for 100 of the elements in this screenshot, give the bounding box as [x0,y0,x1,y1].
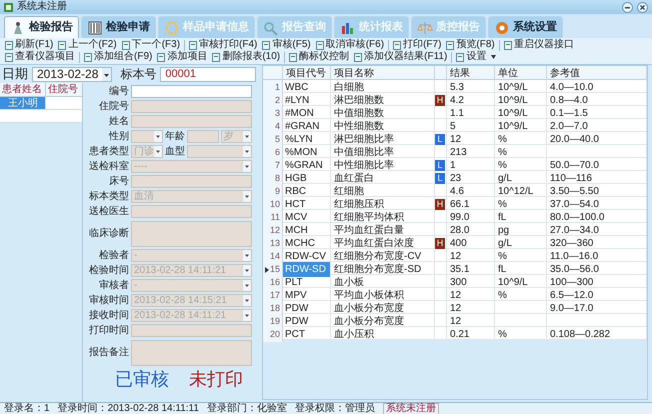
field-label: 床号 [108,176,129,186]
page-icon [212,52,220,62]
status-text: 未打印 [189,370,243,388]
page-icon [58,40,66,50]
toolbar-button[interactable]: 打印(F7) [392,39,442,51]
toolbar-button[interactable]: 添加组合(F9) [83,51,154,63]
field-label: 打印时间 [88,326,129,336]
page-icon [5,52,13,62]
flag-badge: L [435,173,445,184]
field-label: 临床诊断 [88,228,129,238]
window-title: 系统未注册 [17,2,67,12]
toolbar-button[interactable]: 刷新(F1) [4,39,54,51]
text-field[interactable] [131,85,252,98]
table-cell: 血小压积 [331,327,435,342]
caret-icon [490,54,498,60]
sample-label: 标本号 [120,66,156,83]
page-icon [316,40,324,50]
dropdown-icon [243,191,251,202]
status-text: 登录权限：管理员 [294,404,375,414]
dropdown-icon [243,280,251,291]
field-label: 检验者 [98,250,129,260]
page-icon [289,52,298,62]
status-text: 登录名：1 [4,404,50,414]
flag-badge: H [435,95,445,106]
flag-badge: H [435,238,445,249]
dropdown-icon [243,146,251,157]
field-label: 姓名 [108,116,129,126]
tab[interactable]: 检验申请 [81,16,156,38]
field-label: 标本类型 [88,192,129,202]
page-icon [456,52,464,62]
status-text: 登录时间：2013-02-28 14:11:11 [58,404,199,414]
date-label: 日期 [2,65,28,84]
page-icon [157,52,166,62]
row-number: 20 [270,328,280,341]
field-label: 审核者 [98,280,129,290]
toolbar-button[interactable]: 查看仪器项目 [4,51,76,63]
dropdown-icon [243,310,251,321]
table-cell: PCT [283,327,331,342]
flag-badge: L [435,134,445,145]
page-icon [262,40,270,50]
field-label: 住院号 [98,102,129,112]
row-number: 8 [274,172,280,185]
current-row-icon [264,266,269,272]
column-header[interactable]: 住院号 [46,83,82,96]
field-label: 年龄 [165,132,185,142]
close-icon[interactable] [637,2,648,12]
field-label: 送检医生 [88,206,129,216]
page-icon [122,40,130,50]
flag-badge: H [435,199,445,210]
row-number: 4 [274,120,280,133]
toolbar-button[interactable]: 上一个(F2) [57,39,118,51]
toolbar-button[interactable]: 取消审核(F6) [314,39,386,51]
tab-icon [494,20,510,36]
toolbar-button[interactable]: 添加项目 [156,51,208,63]
tab-icon [164,20,180,36]
toolbar-button[interactable]: 添加仪器结果(F11) [353,51,448,63]
field-label: 血型 [165,146,185,156]
row-number: 1 [274,80,280,94]
tab[interactable]: 系统设置 [488,16,563,38]
minimize-icon[interactable] [622,2,633,12]
tab[interactable]: 检验报告 [4,16,79,38]
date-field[interactable]: 2013-02-28 [32,66,112,82]
toolbar-button[interactable]: 审核(F5) [261,39,312,51]
dropdown-icon [154,146,162,157]
row-number: 12 [270,224,280,237]
row-number: 19 [270,314,280,328]
toolbar-button[interactable]: 设置 [455,51,488,63]
toolbar-button[interactable]: 下一个(F3) [120,39,182,51]
dropdown-icon [102,68,112,80]
table-cell: 0.21 [447,327,495,342]
field-label: 审核时间 [88,296,129,306]
field-label: 患者类型 [88,146,129,156]
row-number: 3 [274,106,280,120]
tab-icon [263,20,279,36]
sample-field[interactable]: 00001 [160,66,256,82]
row-number: 15 [270,262,280,276]
row-number: 2 [274,94,280,107]
field-label: 性别 [108,132,129,142]
row-number: 11 [270,210,280,224]
row-number: 9 [274,184,280,198]
row-number: 17 [270,288,280,302]
field-label: 编号 [108,86,129,96]
table-cell: RDW-SD [283,262,331,277]
page-icon [446,40,454,50]
dropdown-icon [243,295,251,306]
toolbar-button[interactable]: 预览(F8) [445,39,496,51]
status-text: 已审核 [115,370,169,388]
dropdown-icon [243,250,251,261]
column-header[interactable]: 患者姓名 [0,83,46,96]
field-label: 报告备注 [88,348,129,358]
dropdown-icon [154,131,162,142]
flag-badge: L [435,160,445,171]
row-number: 14 [270,250,280,263]
toolbar-button[interactable]: 审核打印(F4) [188,39,258,51]
page-icon [84,52,92,62]
toolbar-button[interactable]: 删除报表(10) [211,51,282,63]
field-label: 接收时间 [88,310,129,320]
toolbar-button[interactable]: 重启仪器接口 [502,39,575,51]
tab-icon [417,20,433,36]
toolbar-button[interactable]: 酶标仪控制 [288,51,350,63]
